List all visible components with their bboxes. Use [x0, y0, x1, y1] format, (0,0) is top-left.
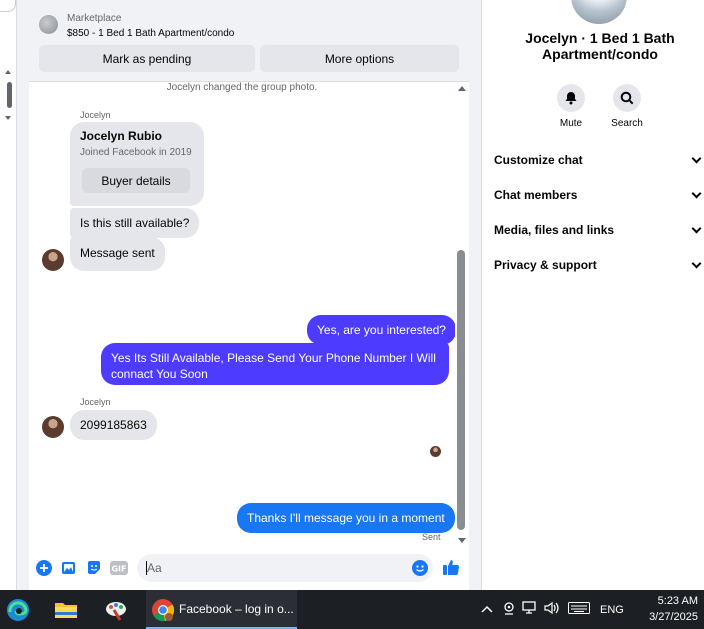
scroll-down-arrow-icon[interactable] — [5, 116, 11, 120]
clock-date: 3/27/2025 — [649, 611, 698, 623]
gif-icon[interactable]: GIF — [110, 559, 128, 577]
photo-icon[interactable] — [60, 559, 78, 577]
item-label: Privacy & support — [494, 258, 597, 272]
edge-browser-icon[interactable] — [5, 597, 31, 623]
clock-time: 5:23 AM — [657, 595, 698, 607]
chevron-down-icon — [691, 258, 702, 268]
conversation-photo[interactable] — [571, 0, 627, 24]
scroll-up-arrow-icon[interactable] — [5, 70, 11, 74]
chrome-icon — [150, 597, 176, 623]
contact-avatar[interactable] — [42, 416, 64, 438]
buyer-name: Jocelyn Rubio — [80, 129, 163, 143]
keyboard-icon[interactable] — [568, 602, 590, 617]
buyer-details-button[interactable]: Buyer details — [82, 168, 190, 193]
left-strip — [0, 0, 17, 590]
incoming-message: Is this still available? — [70, 208, 200, 238]
network-icon[interactable] — [522, 601, 538, 618]
svg-text:GIF: GIF — [111, 565, 126, 574]
scroll-down-arrow-icon[interactable] — [458, 538, 466, 543]
outgoing-message: Yes Its Still Available, Please Send You… — [101, 343, 449, 385]
search-button[interactable]: Search — [602, 84, 652, 129]
mute-button[interactable]: Mute — [546, 84, 596, 129]
listing-thumbnail[interactable] — [39, 15, 58, 34]
outgoing-message: Thanks I'll message you in a moment — [237, 503, 455, 533]
bell-icon[interactable] — [557, 84, 585, 112]
item-label: Chat members — [494, 188, 578, 202]
marketplace-header: Marketplace $850 - 1 Bed 1 Bath Apartmen… — [29, 0, 469, 82]
read-receipt-avatar — [430, 446, 441, 457]
conversation-info-panel: Jocelyn · 1 Bed 1 Bath Apartment/condo M… — [481, 0, 704, 590]
paint-app-icon[interactable] — [103, 597, 129, 623]
scroll-up-arrow-icon[interactable] — [458, 86, 466, 91]
message-line: connact You Soon — [111, 367, 208, 381]
item-label: Media, files and links — [494, 223, 615, 237]
more-options-button[interactable]: More options — [260, 45, 459, 72]
outgoing-message: Yes, are you interested? — [307, 315, 456, 345]
search-label: Search — [611, 118, 643, 129]
chevron-up-icon[interactable] — [480, 603, 494, 617]
media-files-links-item[interactable]: Media, files and links — [494, 220, 704, 240]
file-explorer-icon[interactable] — [53, 597, 79, 623]
composer: GIF — [29, 547, 469, 590]
language-indicator[interactable]: ENG — [600, 604, 624, 616]
incoming-message: 2099185863 — [70, 410, 157, 440]
chevron-down-icon — [691, 188, 702, 198]
chat-members-item[interactable]: Chat members — [494, 185, 704, 205]
buyer-joined: Joined Facebook in 2019 — [80, 147, 192, 158]
sent-status: Sent — [422, 532, 441, 542]
chevron-down-icon — [691, 223, 702, 233]
system-tray: ENG — [480, 590, 624, 629]
text-caret — [146, 561, 147, 575]
buyer-card: Jocelyn Rubio Joined Facebook in 2019 Bu… — [70, 122, 204, 206]
taskbar-app-label: Facebook – log in o... — [179, 602, 294, 616]
message-list: Jocelyn changed the group photo. Jocelyn… — [29, 82, 456, 547]
webcam-icon[interactable] — [502, 601, 516, 618]
contact-avatar[interactable] — [42, 249, 64, 271]
mark-as-pending-button[interactable]: Mark as pending — [39, 45, 255, 72]
scroll-thumb[interactable] — [457, 250, 465, 530]
left-strip-edge — [0, 0, 16, 12]
sticker-icon[interactable] — [85, 559, 103, 577]
sender-name: Jocelyn — [80, 397, 111, 407]
listing-title[interactable]: $850 - 1 Bed 1 Bath Apartment/condo — [67, 28, 234, 39]
chat-scrollbar[interactable] — [455, 82, 469, 547]
mute-label: Mute — [559, 118, 583, 129]
incoming-message: Message sent — [70, 237, 165, 271]
chevron-down-icon — [691, 153, 702, 163]
plus-icon[interactable] — [35, 559, 53, 577]
emoji-icon[interactable] — [411, 559, 429, 577]
system-message: Jocelyn changed the group photo. — [166, 82, 318, 93]
message-line: Yes Its Still Available, Please Send You… — [111, 351, 436, 365]
volume-icon[interactable] — [544, 601, 560, 618]
chat-panel: Marketplace $850 - 1 Bed 1 Bath Apartmen… — [29, 0, 469, 590]
item-label: Customize chat — [494, 153, 583, 167]
clock[interactable]: 5:23 AM 3/27/2025 — [649, 593, 698, 625]
taskbar-chrome-app[interactable]: Facebook – log in o... — [146, 590, 297, 629]
scroll-thumb[interactable] — [7, 82, 12, 108]
sender-name: Jocelyn — [80, 110, 111, 120]
privacy-support-item[interactable]: Privacy & support — [494, 255, 704, 275]
conversation-name: Jocelyn · 1 Bed 1 Bath Apartment/condo — [525, 30, 675, 62]
search-icon[interactable] — [613, 84, 641, 112]
taskbar: Facebook – log in o... ENG 5:23 AM 3/27/… — [0, 590, 704, 629]
thumbs-up-icon[interactable] — [442, 558, 460, 576]
customize-chat-item[interactable]: Customize chat — [494, 150, 704, 170]
outer-scrollbar[interactable] — [4, 70, 14, 120]
marketplace-label: Marketplace — [67, 13, 122, 24]
message-input[interactable] — [137, 554, 433, 582]
